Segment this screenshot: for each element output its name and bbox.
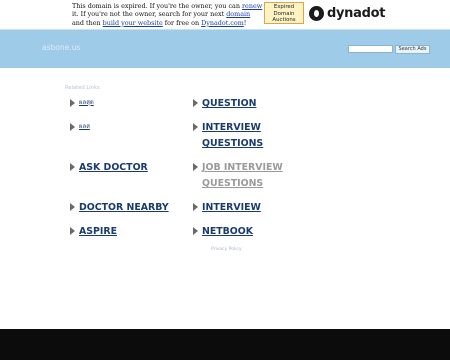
search-ads-button[interactable]: Search Ads: [395, 45, 430, 54]
related-link[interactable]: ASK DOCTOR: [70, 160, 148, 176]
build-website-link[interactable]: build your website: [103, 19, 163, 27]
arrow-icon: [193, 99, 198, 107]
related-link[interactable]: DOCTOR NEARBY: [70, 200, 169, 216]
related-link-label[interactable]: NETBOOK: [202, 224, 253, 240]
related-link-label[interactable]: INTERVIEW: [202, 200, 261, 216]
related-links-title: Related Links: [65, 85, 100, 91]
dynadot-logo-text: dynadot: [327, 5, 386, 21]
dynadot-logo-icon: [309, 5, 324, 21]
arrow-icon: [193, 163, 198, 171]
related-link[interactable]: ASPIRE: [70, 224, 117, 240]
related-link-line[interactable]: QUESTIONS: [202, 136, 263, 152]
related-link[interactable]: ผลส: [70, 122, 90, 132]
arrow-icon: [193, 203, 198, 211]
related-link-line[interactable]: INTERVIEW: [202, 120, 263, 136]
dynadot-link[interactable]: Dynadot.com: [201, 19, 244, 27]
related-link-label[interactable]: ASK DOCTOR: [79, 160, 148, 176]
related-link-line[interactable]: QUESTIONS: [202, 176, 283, 192]
domain-link[interactable]: domain: [226, 10, 250, 18]
arrow-icon: [70, 163, 75, 171]
related-link[interactable]: INTERVIEW QUESTIONS: [193, 120, 263, 152]
search-input[interactable]: [348, 45, 393, 53]
related-link[interactable]: JOB INTERVIEW QUESTIONS: [193, 160, 283, 192]
expired-domain-auctions-button[interactable]: Expired Domain Auctions: [264, 2, 304, 24]
related-link[interactable]: INTERVIEW: [193, 200, 261, 216]
expiry-message: This domain is expired. If you're the ow…: [72, 2, 264, 27]
site-name: asbone.us: [42, 43, 81, 52]
expiry-text: !: [243, 18, 247, 27]
related-link-line[interactable]: JOB INTERVIEW: [202, 160, 283, 176]
auction-label: Domain: [273, 10, 295, 17]
auction-label: Expired: [273, 4, 295, 10]
dynadot-logo[interactable]: dynadot: [309, 3, 385, 23]
expiry-text: and then: [72, 18, 103, 27]
renew-link[interactable]: renew: [242, 2, 262, 10]
arrow-icon: [70, 227, 75, 235]
related-link-label[interactable]: JOB INTERVIEW QUESTIONS: [202, 160, 283, 192]
expiry-text: it. If you're not the owner, search for …: [72, 10, 227, 19]
arrow-icon: [193, 123, 198, 131]
related-link-label[interactable]: QUESTION: [202, 96, 256, 112]
related-link-label[interactable]: ASPIRE: [79, 224, 117, 240]
related-link-label[interactable]: ผลสุด: [79, 98, 94, 108]
arrow-icon: [70, 99, 75, 107]
footer-bar: [0, 329, 450, 360]
related-link[interactable]: NETBOOK: [193, 224, 253, 240]
arrow-icon: [70, 203, 75, 211]
expiry-bar: This domain is expired. If you're the ow…: [0, 0, 450, 29]
related-link[interactable]: QUESTION: [193, 96, 256, 112]
related-link-label[interactable]: INTERVIEW QUESTIONS: [202, 120, 263, 152]
auction-label: Auctions: [272, 17, 296, 24]
arrow-icon: [70, 123, 75, 131]
arrow-icon: [193, 227, 198, 235]
site-header: asbone.us Search Ads: [0, 29, 450, 68]
expiry-text: for free on: [162, 18, 202, 27]
privacy-policy-link[interactable]: Privacy Policy: [211, 247, 242, 252]
related-link[interactable]: ผลสุด: [70, 98, 94, 108]
related-link-label[interactable]: DOCTOR NEARBY: [79, 200, 169, 216]
expiry-text: This domain is expired. If you're the ow…: [72, 2, 242, 10]
related-link-label[interactable]: ผลส: [79, 122, 90, 132]
